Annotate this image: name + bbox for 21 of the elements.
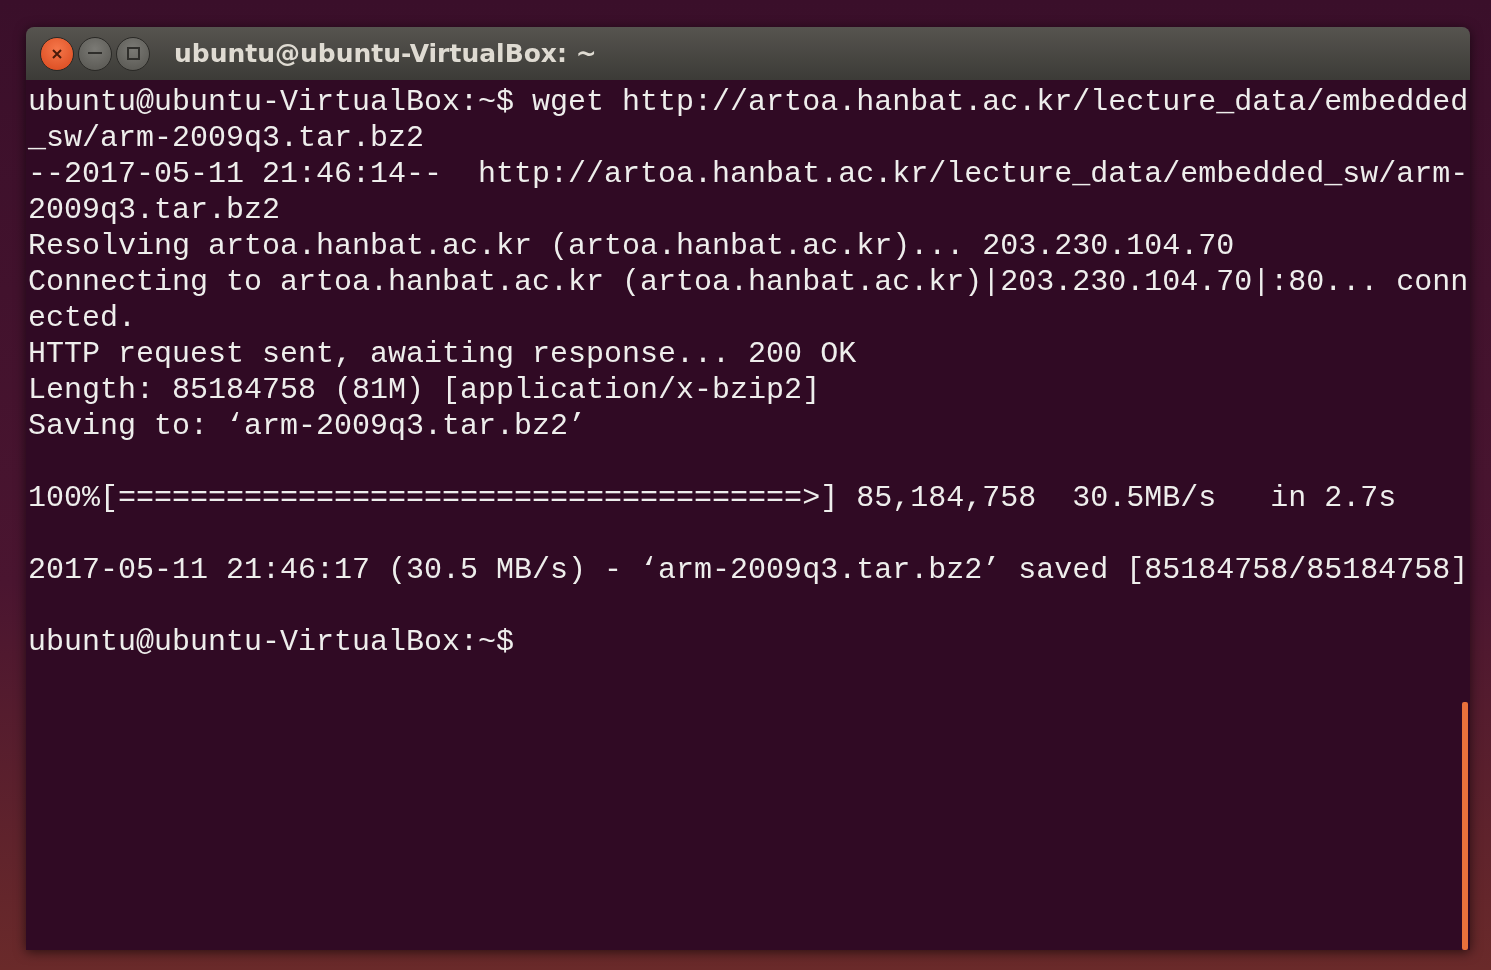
terminal-line: 100%[======================================>] 85,184,758 30.5MB/s in 2.7s: [28, 480, 1397, 516]
terminal-line: 2017-05-11 21:46:17 (30.5 MB/s) - ‘arm-2009q3.tar.bz2’ saved [85184758/85184758]: [28, 552, 1469, 588]
maximize-button[interactable]: [116, 36, 150, 71]
terminal-line: --2017-05-11 21:46:14-- http://artoa.hanbat.ac.kr/lecture_data/embedded_sw/arm-: [28, 156, 1469, 192]
scroll-bar[interactable]: [1462, 702, 1468, 950]
terminal-line: Length: 85184758 (81M) [application/x-bzip2]: [28, 372, 821, 408]
minimize-button[interactable]: [78, 36, 112, 71]
maximize-icon: [126, 47, 140, 60]
minimize-icon: [88, 52, 102, 55]
terminal-line: ubuntu@ubuntu-VirtualBox:~$: [28, 624, 515, 660]
terminal-line: _sw/arm-2009q3.tar.bz2: [28, 120, 425, 156]
terminal-line: Connecting to artoa.hanbat.ac.kr (artoa.hanbat.ac.kr)|203.230.104.70|:80... conn: [28, 264, 1469, 300]
terminal-line: 2009q3.tar.bz2: [28, 192, 281, 228]
terminal-line: Saving to: ‘arm-2009q3.tar.bz2’: [28, 408, 587, 444]
terminal-line: HTTP request sent, awaiting response... 200 OK: [28, 336, 857, 372]
terminal-line: ubuntu@ubuntu-VirtualBox:~$ wget http://artoa.hanbat.ac.kr/lecture_data/embedded: [28, 84, 1469, 120]
close-button[interactable]: [40, 36, 74, 71]
terminal-line: ected.: [28, 300, 137, 336]
close-icon: [51, 47, 63, 60]
window-title: ubuntu@ubuntu-VirtualBox: ~: [174, 37, 597, 70]
terminal-line: Resolving artoa.hanbat.ac.kr (artoa.hanbat.ac.kr)... 203.230.104.70: [28, 228, 1235, 264]
